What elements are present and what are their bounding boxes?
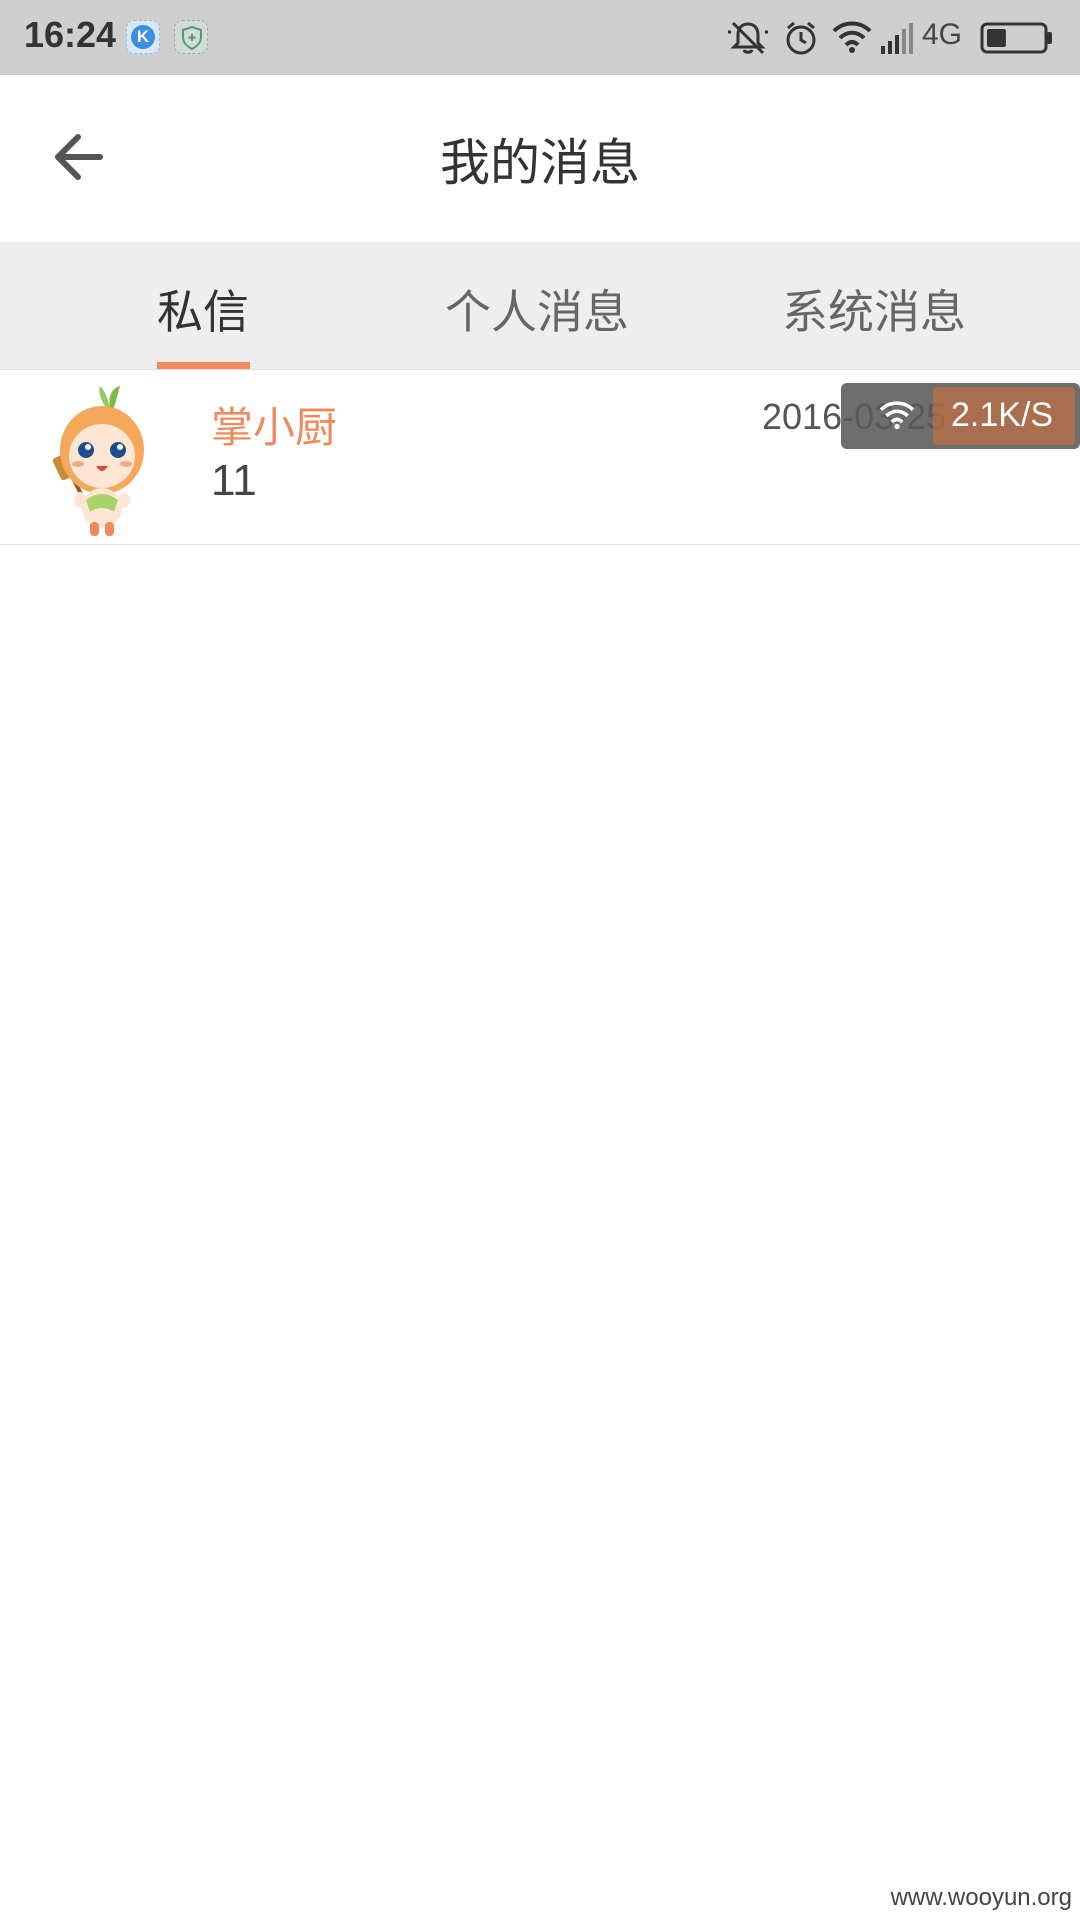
tab-system-messages[interactable]: 系统消息 — [782, 276, 966, 342]
wifi-icon — [832, 21, 872, 53]
mute-icon — [728, 21, 768, 55]
shield-icon — [174, 20, 208, 54]
messages-page: 16:24 K 4G 我的消息 私信 个人消息 系统消息 掌小厨 11 2.1K… — [0, 0, 1080, 1920]
wifi-icon — [879, 401, 915, 430]
network-type-label: 4G — [922, 18, 963, 51]
page-title: 我的消息 — [440, 134, 640, 192]
status-time: 16:24 — [24, 14, 117, 55]
alarm-icon — [786, 21, 816, 55]
sender-name: 掌小厨 — [211, 403, 338, 452]
tab-personal-messages[interactable]: 个人消息 — [445, 276, 629, 342]
battery-icon — [980, 22, 1052, 54]
network-speed-value: 2.1K/S — [951, 396, 1054, 434]
message-preview: 11 — [211, 456, 257, 505]
tab-bar: 私信 个人消息 系统消息 — [0, 242, 1080, 370]
status-bar: 16:24 K 4G — [0, 0, 1080, 75]
k-app-badge-letter: K — [131, 25, 155, 49]
tab-private-messages[interactable]: 私信 — [157, 276, 249, 342]
onion-mascot-icon — [52, 386, 144, 536]
k-app-icon: K — [126, 20, 160, 54]
watermark: www.wooyun.org — [890, 1884, 1072, 1911]
active-tab-indicator — [157, 362, 250, 369]
signal-icon — [881, 23, 913, 54]
app-header: 我的消息 — [0, 75, 1080, 243]
network-speed-overlay[interactable]: 2.1K/S — [841, 383, 1080, 449]
